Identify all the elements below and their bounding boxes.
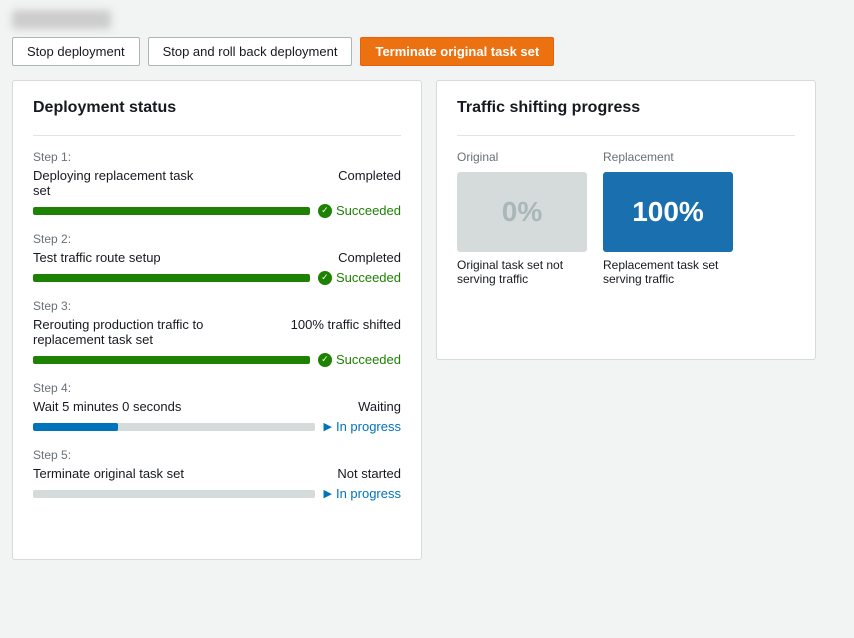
traffic-replacement-caption: Replacement task set serving traffic bbox=[603, 258, 733, 286]
step-1: Step 1: Deploying replacement task set C… bbox=[33, 150, 401, 218]
step-4-progress-track bbox=[33, 423, 315, 431]
step-2-label: Step 2: bbox=[33, 232, 401, 246]
step-3-status: 100% traffic shifted bbox=[291, 317, 401, 332]
step-4-label: Step 4: bbox=[33, 381, 401, 395]
step-3-badge-label: Succeeded bbox=[336, 352, 401, 367]
traffic-original-caption: Original task set not serving traffic bbox=[457, 258, 587, 286]
traffic-section: Original 0% Original task set not servin… bbox=[457, 150, 795, 286]
deployment-status-panel: Deployment status Step 1: Deploying repl… bbox=[12, 80, 422, 560]
step-2: Step 2: Test traffic route setup Complet… bbox=[33, 232, 401, 285]
traffic-original: Original 0% Original task set not servin… bbox=[457, 150, 587, 286]
step-2-badge: ✓ Succeeded bbox=[318, 270, 401, 285]
step-5-name: Terminate original task set bbox=[33, 466, 184, 481]
deployment-status-title: Deployment status bbox=[33, 99, 401, 117]
step-3-check-icon: ✓ bbox=[318, 353, 332, 367]
step-4-name: Wait 5 minutes 0 seconds bbox=[33, 399, 181, 414]
step-4-status: Waiting bbox=[358, 399, 401, 414]
main-content: Deployment status Step 1: Deploying repl… bbox=[12, 80, 842, 560]
toolbar: Stop deployment Stop and roll back deplo… bbox=[12, 37, 842, 66]
step-1-status: Completed bbox=[338, 168, 401, 183]
traffic-shifting-title: Traffic shifting progress bbox=[457, 99, 795, 117]
step-2-name: Test traffic route setup bbox=[33, 250, 161, 265]
step-3: Step 3: Rerouting production traffic to … bbox=[33, 299, 401, 367]
stop-rollback-button[interactable]: Stop and roll back deployment bbox=[148, 37, 353, 66]
step-1-progress-fill bbox=[33, 207, 310, 215]
traffic-replacement-box: 100% bbox=[603, 172, 733, 252]
step-4: Step 4: Wait 5 minutes 0 seconds Waiting… bbox=[33, 381, 401, 434]
step-1-name: Deploying replacement task set bbox=[33, 168, 213, 198]
step-5-label: Step 5: bbox=[33, 448, 401, 462]
step-5-status: Not started bbox=[337, 466, 401, 481]
step-5-arrow-icon: ▶ bbox=[323, 487, 331, 500]
step-3-progress-track bbox=[33, 356, 310, 364]
traffic-original-label: Original bbox=[457, 150, 587, 164]
traffic-original-percent: 0% bbox=[502, 196, 542, 228]
step-1-badge: ✓ Succeeded bbox=[318, 203, 401, 218]
step-2-status: Completed bbox=[338, 250, 401, 265]
step-5-badge: ▶ In progress bbox=[323, 486, 401, 501]
step-3-progress-fill bbox=[33, 356, 310, 364]
traffic-replacement: Replacement 100% Replacement task set se… bbox=[603, 150, 733, 286]
step-3-name: Rerouting production traffic to replacem… bbox=[33, 317, 213, 347]
step-1-check-icon: ✓ bbox=[318, 204, 332, 218]
step-2-check-icon: ✓ bbox=[318, 271, 332, 285]
step-5-progress-track bbox=[33, 490, 315, 498]
step-3-label: Step 3: bbox=[33, 299, 401, 313]
step-5-badge-label: In progress bbox=[336, 486, 401, 501]
traffic-replacement-percent: 100% bbox=[632, 196, 704, 228]
step-1-progress-track bbox=[33, 207, 310, 215]
step-4-progress-fill-blue bbox=[33, 423, 118, 431]
page-title: d-xx-xx-xxx-xx bbox=[12, 12, 842, 27]
step-4-badge: ▶ In progress bbox=[323, 419, 401, 434]
step-3-badge: ✓ Succeeded bbox=[318, 352, 401, 367]
traffic-original-box: 0% bbox=[457, 172, 587, 252]
step-4-progress-fill-gray bbox=[118, 423, 316, 431]
step-2-badge-label: Succeeded bbox=[336, 270, 401, 285]
traffic-replacement-label: Replacement bbox=[603, 150, 733, 164]
stop-deployment-button[interactable]: Stop deployment bbox=[12, 37, 140, 66]
step-2-progress-track bbox=[33, 274, 310, 282]
terminate-button[interactable]: Terminate original task set bbox=[360, 37, 554, 66]
step-5: Step 5: Terminate original task set Not … bbox=[33, 448, 401, 501]
step-4-badge-label: In progress bbox=[336, 419, 401, 434]
step-1-label: Step 1: bbox=[33, 150, 401, 164]
step-1-badge-label: Succeeded bbox=[336, 203, 401, 218]
step-2-progress-fill bbox=[33, 274, 310, 282]
step-5-progress-fill bbox=[33, 490, 315, 498]
traffic-shifting-panel: Traffic shifting progress Original 0% Or… bbox=[436, 80, 816, 360]
step-4-arrow-icon: ▶ bbox=[323, 420, 331, 433]
